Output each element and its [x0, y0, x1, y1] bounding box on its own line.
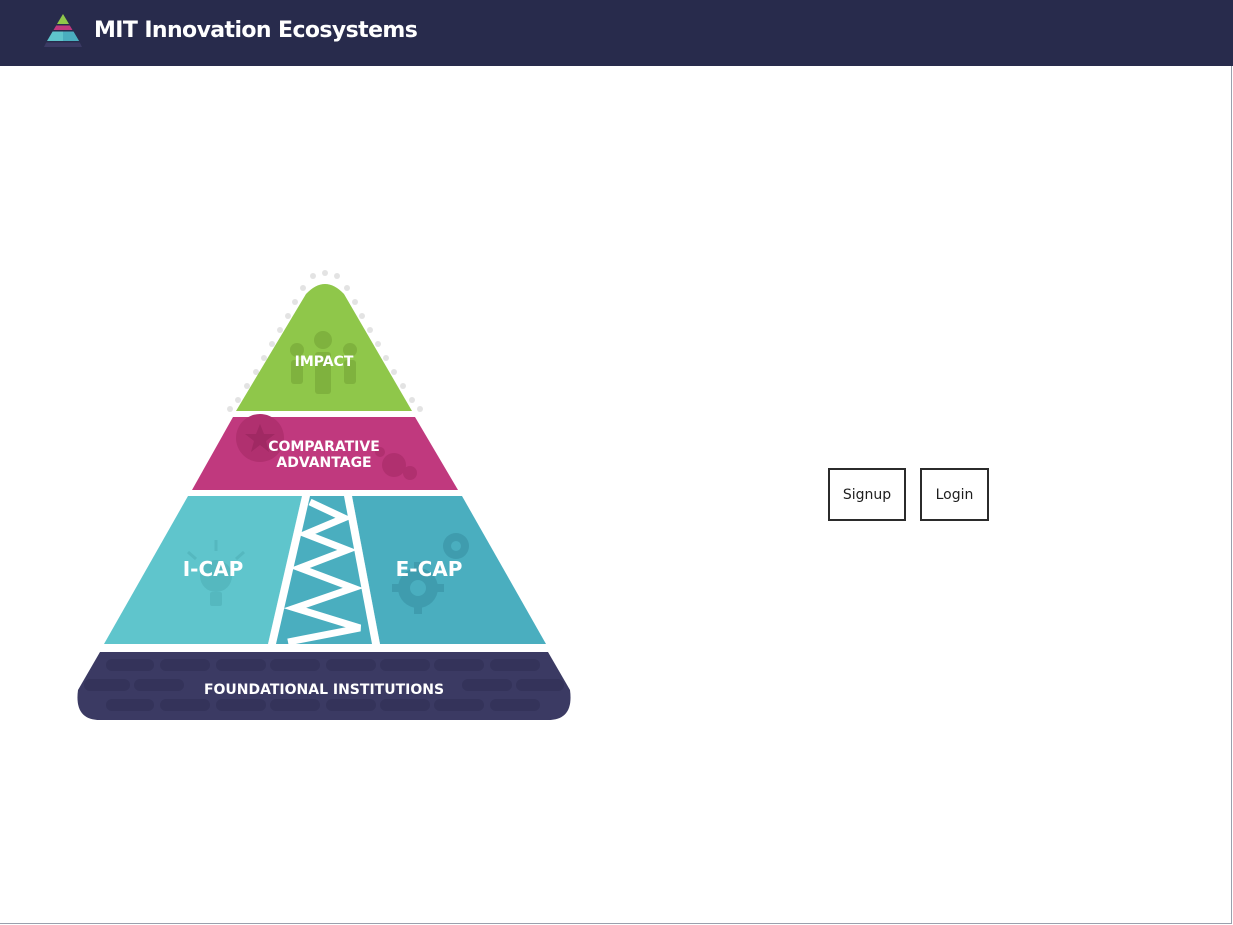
brand-home-link[interactable]: MIT Innovation Ecosystems	[42, 12, 418, 50]
foundational-institutions-label: FOUNDATIONAL INSTITUTIONS	[204, 682, 444, 698]
auth-button-group: Signup Login	[828, 468, 989, 521]
ecap-label: E-CAP	[396, 557, 463, 581]
top-navbar: MIT Innovation Ecosystems	[0, 0, 1233, 66]
app-title: MIT Innovation Ecosystems	[94, 18, 418, 43]
signup-button[interactable]: Signup	[828, 468, 906, 521]
icap-label: I-CAP	[183, 557, 244, 581]
innovation-pyramid-illustration: IMPACT COMPARATIVE ADVANTAGE I-CAP E-CAP…	[70, 266, 580, 726]
comparative-advantage-label-line2: ADVANTAGE	[276, 455, 371, 471]
impact-label: IMPACT	[295, 354, 354, 370]
comparative-advantage-label-line1: COMPARATIVE	[268, 439, 380, 455]
pyramid-graphic: IMPACT COMPARATIVE ADVANTAGE I-CAP E-CAP…	[77, 270, 571, 720]
pyramid-logo-icon	[44, 14, 82, 47]
login-button[interactable]: Login	[920, 468, 989, 521]
